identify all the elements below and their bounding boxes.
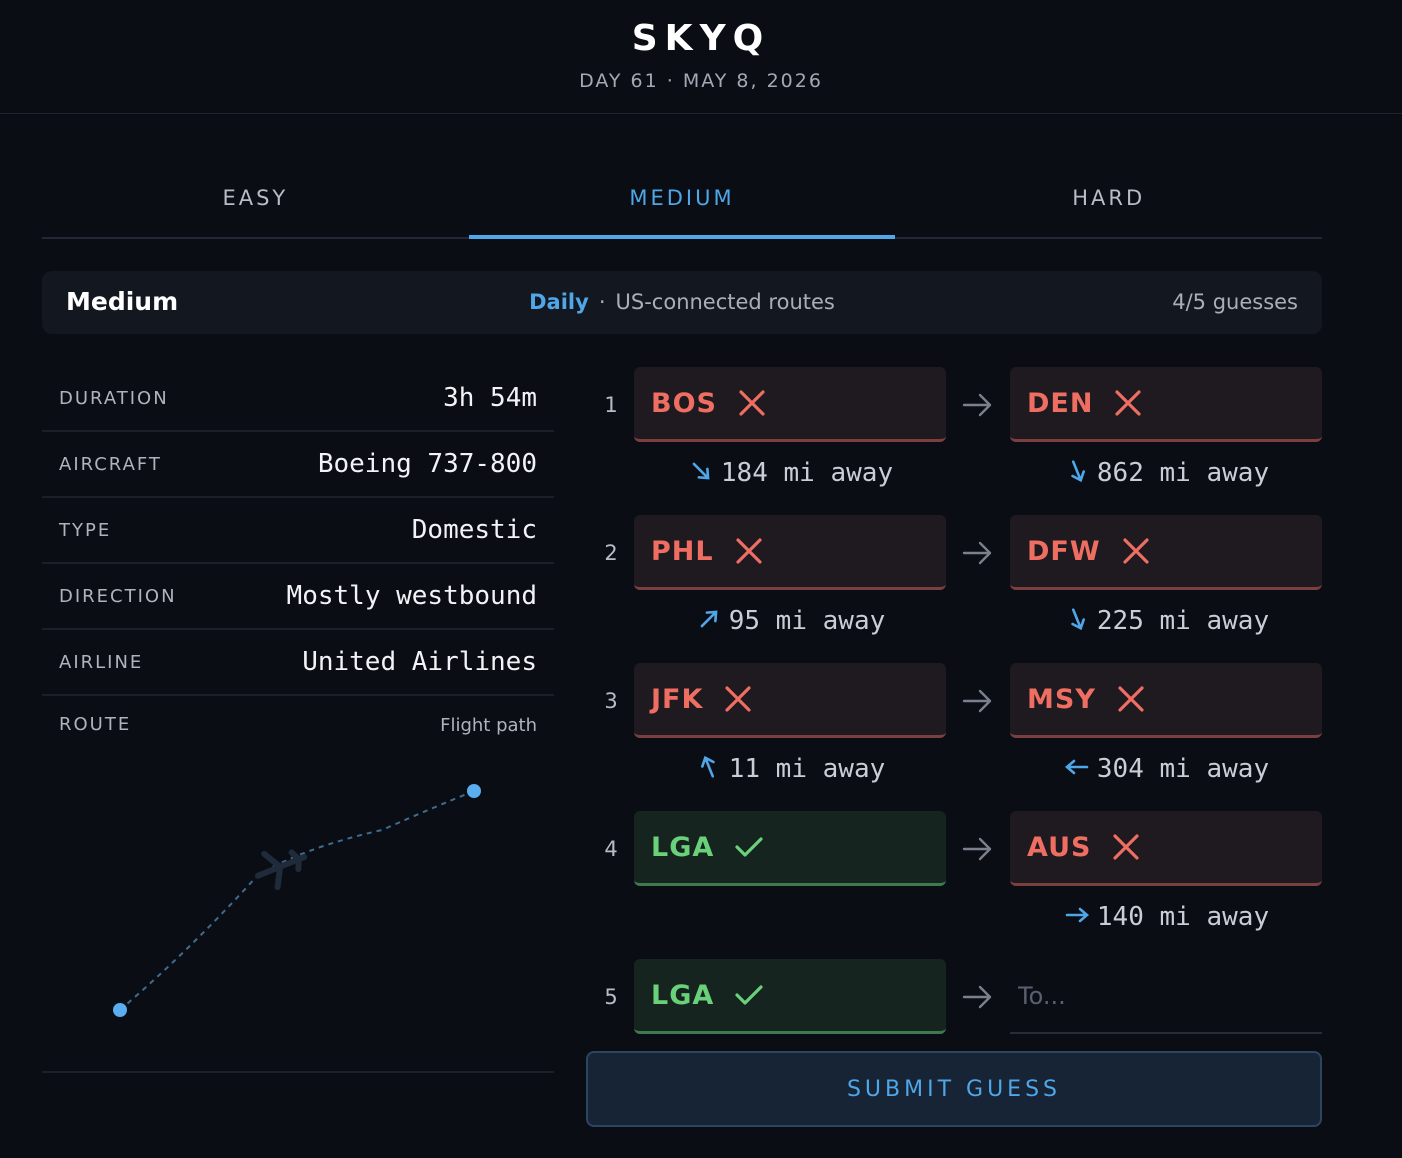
distance-text: 225 mi away [1096,606,1270,636]
check-icon [735,837,763,857]
distance-hint: 862 mi away [1010,457,1322,488]
distance-text: 95 mi away [728,606,886,636]
route-arrow-icon [962,689,992,713]
fact-type: TYPE Domestic [42,498,554,564]
distance-text: 11 mi away [728,754,886,784]
distance-hint: 184 mi away [634,457,946,488]
day-date: DAY 61 · MAY 8, 2026 [579,70,823,92]
fact-airline: AIRLINE United Airlines [42,630,554,696]
separator: · [598,290,606,314]
guess-from-box: BOS [634,367,946,442]
arrow-south-southeast-icon [1071,460,1085,483]
arrow-southwest-icon [692,462,710,480]
distance-hint: 225 mi away [1010,605,1322,636]
wrong-icon [1118,686,1144,712]
flight-path-map [113,784,481,1017]
fact-label: AIRLINE [59,651,144,673]
tab-easy[interactable]: EASY [42,150,469,237]
flight-facts: DURATION 3h 54m AIRCRAFT Boeing 737-800 … [42,366,554,696]
fact-value: Boeing 737-800 [317,449,537,479]
fact-duration: DURATION 3h 54m [42,366,554,432]
airport-code: LGA [651,831,715,863]
wrong-icon [1113,834,1140,860]
guess-counter: 4/5 guesses [1172,290,1298,314]
route-arrow-icon [962,837,992,861]
route-arrow-icon [962,985,992,1009]
submit-guess-button[interactable]: SUBMIT GUESS [586,1051,1322,1127]
guess-number: 3 [604,689,618,713]
guess-to-box: DEN [1010,367,1322,442]
origin-point [113,1003,127,1017]
distance-text: 140 mi away [1096,902,1270,932]
airport-code: MSY [1027,683,1096,715]
fact-label: DURATION [59,387,169,409]
airport-code: LGA [651,979,715,1011]
guess-number: 2 [604,541,618,565]
fact-label: AIRCRAFT [59,453,162,475]
current-from-box[interactable]: LGA [634,959,946,1034]
fact-value: Mostly westbound [286,581,537,611]
fact-direction: DIRECTION Mostly westbound [42,564,554,630]
tab-hard[interactable]: HARD [895,150,1322,237]
guess-from-box: JFK [634,663,946,738]
distance-hint: 95 mi away [634,605,946,636]
distance-hint: 11 mi away [634,753,946,784]
arrow-northeast-icon [700,610,718,628]
destination-point [467,784,481,798]
wrong-icon [1115,390,1142,416]
guess-to-box: MSY [1010,663,1322,738]
wrong-icon [735,538,762,564]
airport-code: DFW [1027,535,1101,567]
mode-label: Daily [529,290,589,314]
guess-from-box: PHL [634,515,946,590]
airport-code: DEN [1027,387,1094,419]
check-icon [735,985,763,1005]
wrong-icon [1123,538,1149,564]
airport-code: BOS [651,387,717,419]
arrow-north-northwest-icon [700,755,715,778]
wrong-icon [739,390,765,416]
distance-hint: 304 mi away [1010,753,1322,784]
airport-code: PHL [651,535,714,567]
wrong-icon [725,686,752,712]
fact-aircraft: AIRCRAFT Boeing 737-800 [42,432,554,498]
distance-hint: 140 mi away [1010,901,1322,932]
guess-to-box: AUS [1010,811,1322,886]
guess-from-box: LGA [634,811,946,886]
guess-number: 5 [604,985,618,1009]
fact-value: 3h 54m [443,383,537,413]
airport-code: JFK [651,683,704,715]
route-panel: ROUTE Flight path [42,698,554,1073]
distance-text: 304 mi away [1096,754,1270,784]
arrow-south-southeast-icon [1071,608,1085,631]
mode-description: Daily · US-connected routes [42,290,1322,314]
tab-medium[interactable]: MEDIUM [468,150,896,239]
arrow-west-icon [1064,759,1089,775]
scope-label: US-connected routes [615,290,835,314]
airport-code: AUS [1027,831,1092,863]
guess-number: 4 [604,837,618,861]
guess-to-box: DFW [1010,515,1322,590]
app-header: SKYQ DAY 61 · MAY 8, 2026 [0,0,1402,114]
distance-text: 184 mi away [720,458,894,488]
fact-label: DIRECTION [59,585,177,607]
route-arrow-icon [962,393,992,417]
route-arrow-icon [962,541,992,565]
app-title: SKYQ [631,18,771,59]
fact-label: TYPE [59,519,112,541]
level-info-bar: Medium Daily · US-connected routes 4/5 gue… [42,271,1322,334]
fact-value: United Airlines [302,647,537,677]
destination-input[interactable] [1010,960,1322,1034]
arrow-east-icon [1065,907,1089,923]
distance-text: 862 mi away [1096,458,1270,488]
difficulty-tabs: EASY MEDIUM HARD [42,150,1322,239]
guess-number: 1 [604,393,618,417]
flight-path-line [119,790,475,1011]
fact-value: Domestic [411,515,537,545]
plane-icon [254,849,308,891]
